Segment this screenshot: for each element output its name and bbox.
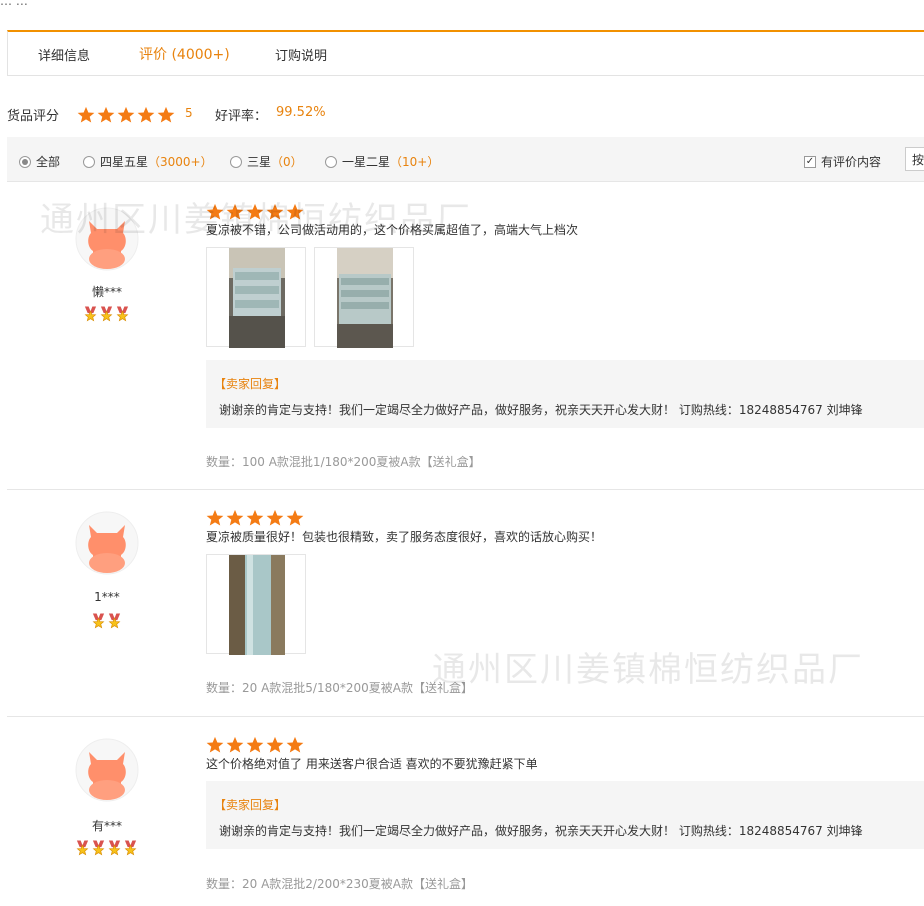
review-photo[interactable] (314, 247, 414, 348)
order-meta: 数量：20 A款混批2/200*230夏被A款【送礼盒】 (206, 877, 473, 891)
user-name: 有*** (91, 819, 122, 833)
tab-bar: 详细信息 评价 (4000+) 订购说明 (7, 30, 924, 76)
filter-three-count: （0） (271, 155, 303, 169)
star-icon (137, 106, 155, 124)
summary-stars (77, 106, 175, 124)
star-icon (206, 736, 224, 754)
filter-one-two-count: （10+） (390, 155, 440, 169)
seller-reply-title: 【卖家回复】 (214, 377, 287, 391)
filter-four-five-stars[interactable]: 四星五星 （3000+） (83, 153, 213, 170)
star-icon (117, 106, 135, 124)
review-item: 懒*** 夏凉被不错，公司做活动用的，这个价格买属超值了，高端大气上档次 【卖家… (7, 181, 924, 490)
medal-icon (91, 613, 106, 629)
positive-rate-label: 好评率： (215, 109, 268, 124)
star-icon (246, 203, 264, 221)
avatar (75, 511, 139, 575)
review-text: 这个价格绝对值了 用来送客户很合适 喜欢的不要犹豫赶紧下单 (206, 757, 538, 771)
seller-reply-text: 谢谢亲的肯定与支持！我们一定竭尽全力做好产品，做好服务，祝亲天天开心发大财！ 订… (219, 403, 863, 417)
medal-icon (99, 306, 114, 322)
medal-icon (123, 840, 138, 856)
star-icon (226, 736, 244, 754)
filter-four-five-count: （3000+） (148, 155, 213, 169)
star-icon (246, 736, 264, 754)
user-name: 懒*** (91, 285, 122, 299)
order-meta: 数量：20 A款混批5/180*200夏被A款【送礼盒】 (206, 681, 473, 695)
filter-three-label: 三星 (247, 155, 272, 169)
tab-details[interactable]: 详细信息 (38, 45, 90, 64)
user-level (91, 613, 122, 629)
star-icon (77, 106, 95, 124)
review-stars (206, 509, 304, 527)
filter-three-stars[interactable]: 三星 （0） (230, 153, 303, 170)
seller-reply-title: 【卖家回复】 (214, 798, 287, 812)
seller-reply-text: 谢谢亲的肯定与支持！我们一定竭尽全力做好产品，做好服务，祝亲天天开心发大财！ 订… (219, 824, 863, 838)
user-level (75, 840, 138, 856)
user-name: 1*** (94, 590, 120, 604)
star-icon (266, 509, 284, 527)
photo-thumbnail-image (337, 248, 393, 348)
filter-all[interactable]: 全部 (19, 153, 60, 170)
star-icon (226, 509, 244, 527)
radio-icon (325, 155, 337, 168)
filter-four-five-label: 四星五星 (100, 155, 149, 169)
star-icon (286, 736, 304, 754)
avatar (75, 207, 139, 271)
medal-icon (75, 840, 90, 856)
star-icon (286, 203, 304, 221)
positive-rate-value: 99.52% (276, 105, 326, 120)
review-filter-bar: 全部 四星五星 （3000+） 三星 （0） 一星二星 （10+） ✓ 有评价内… (7, 137, 924, 182)
star-icon (206, 203, 224, 221)
photo-thumbnail-image (229, 555, 285, 655)
star-icon (206, 509, 224, 527)
sort-select[interactable]: 按 (905, 147, 924, 171)
tab-order-notes[interactable]: 订购说明 (275, 45, 327, 64)
star-icon (97, 106, 115, 124)
star-icon (226, 203, 244, 221)
review-text: 夏凉被不错，公司做活动用的，这个价格买属超值了，高端大气上档次 (206, 223, 579, 237)
order-meta: 数量：100 A款混批1/180*200夏被A款【送礼盒】 (206, 455, 481, 469)
tab-reviews[interactable]: 评价 (4000+) (139, 44, 230, 64)
goods-score-label: 货品评分 (7, 109, 60, 124)
medal-icon (91, 840, 106, 856)
has-content-checkbox[interactable]: ✓ 有评价内容 (804, 153, 881, 170)
radio-selected-icon (19, 155, 31, 168)
filter-one-two-label: 一星二星 (342, 155, 391, 169)
radio-icon (230, 155, 242, 168)
review-photo[interactable] (206, 247, 306, 348)
medal-icon (107, 840, 122, 856)
filter-all-label: 全部 (36, 155, 61, 169)
review-photo[interactable] (206, 554, 306, 655)
star-icon (266, 203, 284, 221)
score-value: 5 (185, 106, 193, 120)
review-item: 1*** 夏凉被质量很好！包装也很精致，卖了服务态度很好，喜欢的话放心购买！ 数… (7, 489, 924, 717)
seller-reply: 【卖家回复】 谢谢亲的肯定与支持！我们一定竭尽全力做好产品，做好服务，祝亲天天开… (206, 360, 924, 428)
star-icon (157, 106, 175, 124)
checkbox-checked-icon: ✓ (804, 155, 816, 168)
has-content-label: 有评价内容 (821, 155, 882, 169)
radio-icon (83, 155, 95, 168)
breadcrumb: … … (0, 0, 28, 8)
review-text: 夏凉被质量很好！包装也很精致，卖了服务态度很好，喜欢的话放心购买！ (206, 530, 603, 544)
star-icon (246, 509, 264, 527)
star-icon (286, 509, 304, 527)
medal-icon (115, 306, 130, 322)
rating-summary: 货品评分 5 好评率： 99.52% (7, 105, 907, 125)
avatar (75, 738, 139, 802)
user-level (83, 306, 130, 322)
review-stars (206, 203, 304, 221)
photo-thumbnail-image (229, 248, 285, 348)
filter-one-two-stars[interactable]: 一星二星 （10+） (325, 153, 439, 170)
star-icon (266, 736, 284, 754)
review-item: 有*** 这个价格绝对值了 用来送客户很合适 喜欢的不要犹豫赶紧下单 【卖家回复… (7, 716, 924, 906)
medal-icon (107, 613, 122, 629)
medal-icon (83, 306, 98, 322)
seller-reply: 【卖家回复】 谢谢亲的肯定与支持！我们一定竭尽全力做好产品，做好服务，祝亲天天开… (206, 781, 924, 849)
review-stars (206, 736, 304, 754)
